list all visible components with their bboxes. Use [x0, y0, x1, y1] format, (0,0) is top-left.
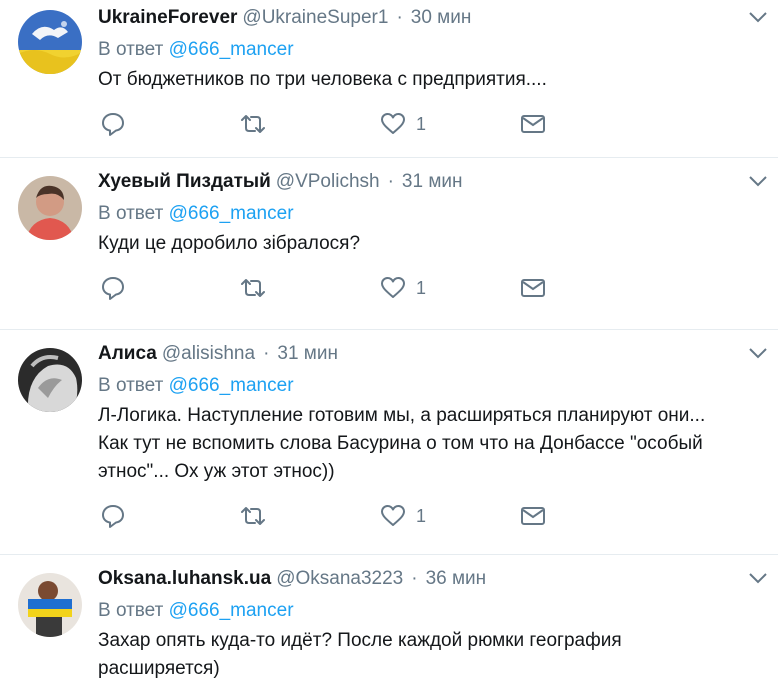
retweet-icon	[241, 115, 265, 133]
user-screenname[interactable]: @VPolichsh	[276, 168, 380, 196]
tweet-header: Хуевый Пиздатый @VPolichsh · 31 мин	[98, 168, 762, 196]
envelope-icon	[521, 279, 545, 297]
separator-dot: ·	[411, 568, 418, 589]
envelope-icon	[521, 115, 545, 133]
reply-context: В ответ @666_mancer	[98, 200, 762, 228]
retweet-button[interactable]	[240, 503, 380, 529]
chevron-down-icon[interactable]	[748, 174, 768, 188]
tweet-timestamp[interactable]: 30 мин	[411, 4, 472, 32]
user-fullname[interactable]: UkraineForever	[98, 4, 237, 32]
avatar[interactable]	[18, 10, 82, 74]
tweet[interactable]: Алиса @alisishna · 31 мин В ответ @666_m…	[0, 330, 778, 555]
tweet-actions: 1	[98, 104, 762, 144]
avatar[interactable]	[18, 573, 82, 637]
reply-prefix: В ответ	[98, 600, 164, 621]
reply-handle-link[interactable]: @666_mancer	[169, 600, 294, 621]
tweet-actions: 1	[98, 496, 762, 536]
heart-icon	[381, 113, 405, 134]
retweet-icon	[241, 507, 265, 525]
reply-context: В ответ @666_mancer	[98, 36, 762, 64]
tweet-text-line: От бюджетников по три человека с предпри…	[98, 69, 547, 90]
tweet-feed: UkraineForever @UkraineSuper1 · 30 мин В…	[0, 0, 778, 694]
user-screenname[interactable]: @UkraineSuper1	[242, 4, 388, 32]
tweet-timestamp[interactable]: 31 мин	[402, 168, 463, 196]
tweet[interactable]: Oksana.luhansk.ua @Oksana3223 · 36 мин В…	[0, 555, 778, 694]
separator-dot: ·	[396, 7, 403, 28]
user-screenname[interactable]: @alisishna	[162, 340, 255, 368]
tweet-text: Л-Логика. Наступление готовим мы, а расш…	[98, 402, 762, 486]
tweet[interactable]: Хуевый Пиздатый @VPolichsh · 31 мин В от…	[0, 158, 778, 330]
tweet-text-line: Л-Логика. Наступление готовим мы, а расш…	[98, 405, 706, 426]
reply-prefix: В ответ	[98, 39, 164, 60]
envelope-icon	[521, 507, 545, 525]
reply-icon	[102, 113, 124, 136]
chevron-down-icon[interactable]	[748, 346, 768, 360]
tweet-text: Куди це доробило зібралося?	[98, 230, 762, 258]
like-count: 1	[416, 505, 427, 526]
like-button[interactable]: 1	[380, 275, 520, 301]
reply-context: В ответ @666_mancer	[98, 597, 762, 625]
tweet-text-line: расширяется)	[98, 658, 220, 679]
retweet-icon	[241, 279, 265, 297]
reply-context: В ответ @666_mancer	[98, 372, 762, 400]
reply-handle-link[interactable]: @666_mancer	[169, 203, 294, 224]
user-fullname[interactable]: Алиса	[98, 340, 157, 368]
user-screenname[interactable]: @Oksana3223	[276, 565, 403, 593]
reply-prefix: В ответ	[98, 375, 164, 396]
reply-icon	[102, 505, 124, 528]
reply-prefix: В ответ	[98, 203, 164, 224]
reply-handle-link[interactable]: @666_mancer	[169, 375, 294, 396]
reply-icon	[102, 277, 124, 300]
retweet-button[interactable]	[240, 275, 380, 301]
reply-button[interactable]	[100, 503, 240, 529]
tweet-actions: 1	[98, 268, 762, 308]
tweet-header: Oksana.luhansk.ua @Oksana3223 · 36 мин	[98, 565, 762, 593]
reply-button[interactable]	[100, 111, 240, 137]
separator-dot: ·	[387, 171, 394, 192]
tweet-header: Алиса @alisishna · 31 мин	[98, 340, 762, 368]
tweet-header: UkraineForever @UkraineSuper1 · 30 мин	[98, 4, 762, 32]
separator-dot: ·	[263, 343, 270, 364]
tweet-text-line: этнос"... Ох уж этот этнос))	[98, 461, 335, 482]
chevron-down-icon[interactable]	[748, 571, 768, 585]
avatar[interactable]	[18, 348, 82, 412]
direct-message-button[interactable]	[520, 275, 660, 301]
avatar-image	[18, 10, 82, 74]
tweet-timestamp[interactable]: 31 мин	[277, 340, 338, 368]
tweet-timestamp[interactable]: 36 мин	[426, 565, 487, 593]
chevron-down-icon[interactable]	[748, 10, 768, 24]
tweet-text-line: Куди це доробило зібралося?	[98, 233, 361, 254]
avatar-image	[18, 348, 82, 412]
heart-icon	[381, 505, 405, 526]
heart-icon	[381, 277, 405, 298]
avatar-image	[18, 176, 82, 240]
direct-message-button[interactable]	[520, 111, 660, 137]
user-fullname[interactable]: Oksana.luhansk.ua	[98, 565, 271, 593]
reply-handle-link[interactable]: @666_mancer	[169, 39, 294, 60]
reply-button[interactable]	[100, 275, 240, 301]
like-count: 1	[416, 277, 427, 298]
like-count: 1	[416, 113, 427, 134]
tweet-text: Захар опять куда-то идёт? После каждой р…	[98, 627, 762, 683]
tweet-text-line: Как тут не вспомить слова Басурина о том…	[98, 433, 703, 454]
direct-message-button[interactable]	[520, 503, 660, 529]
tweet-text-line: Захар опять куда-то идёт? После каждой р…	[98, 630, 622, 651]
like-button[interactable]: 1	[380, 111, 520, 137]
user-fullname[interactable]: Хуевый Пиздатый	[98, 168, 271, 196]
like-button[interactable]: 1	[380, 503, 520, 529]
tweet-text: От бюджетников по три человека с предпри…	[98, 66, 762, 94]
retweet-button[interactable]	[240, 111, 380, 137]
avatar[interactable]	[18, 176, 82, 240]
avatar-image	[18, 573, 82, 637]
tweet[interactable]: UkraineForever @UkraineSuper1 · 30 мин В…	[0, 0, 778, 158]
